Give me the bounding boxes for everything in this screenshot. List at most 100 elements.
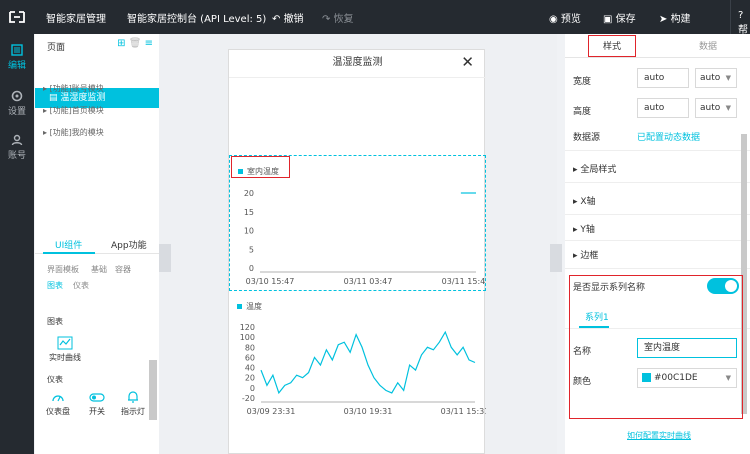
nav-account[interactable]: 账号 [0, 134, 34, 161]
y-tick-label: 15 [244, 208, 254, 217]
height-label: 高度 [573, 107, 592, 117]
switch-icon [89, 393, 105, 402]
y-tick-label: 120 [240, 323, 255, 332]
x-tick-label: 03/11 03:47 [344, 277, 393, 286]
user-icon [11, 134, 23, 146]
help-icon: ? [738, 10, 744, 21]
subtab-container[interactable]: 容器 [115, 264, 131, 275]
preview-button[interactable]: ◉ 预览 [549, 10, 581, 25]
save-icon: ▣ [603, 14, 616, 25]
tab-underline [43, 252, 95, 254]
close-icon[interactable]: ✕ [461, 53, 474, 71]
subtab-basic[interactable]: 基础 [91, 264, 107, 275]
widget-gauge[interactable]: 仪表盘 [43, 390, 73, 417]
redo-icon: ↷ [322, 14, 334, 25]
chevron-down-icon: ▼ [725, 74, 731, 82]
y-tick-label: -20 [242, 394, 255, 403]
y-tick-label: 60 [245, 353, 255, 362]
divider [565, 150, 750, 151]
page-item[interactable]: ▸ [功能]首页模块 [43, 105, 104, 116]
width-unit-select[interactable]: auto ▼ [695, 68, 737, 88]
highlight-series-box [569, 275, 743, 419]
y-tick-label: 100 [240, 333, 255, 342]
divider [565, 240, 750, 241]
page-actions: ⊞ 🗑 ≡ [117, 38, 153, 49]
nav-settings[interactable]: 设置 [0, 90, 34, 117]
tab-data[interactable]: 数据 [699, 39, 717, 52]
component-tabs: UI组件 App功能 [35, 234, 159, 254]
subtab-meter[interactable]: 仪表 [73, 280, 89, 291]
save-button[interactable]: ▣ 保存 [603, 10, 636, 25]
nav-edit[interactable]: 编辑 [0, 44, 34, 71]
screen-title: 温湿度监测 [229, 50, 486, 78]
y-tick-label: 0 [250, 384, 255, 393]
highlight-legend-box [231, 156, 290, 178]
subtab-chart[interactable]: 图表 [47, 280, 63, 291]
width-input[interactable]: auto [637, 68, 689, 88]
widget-realtime-curve[interactable]: 实时曲线 [45, 336, 85, 363]
line-chart-icon [57, 336, 73, 350]
x-tick-label: 03/11 15:31 [441, 407, 486, 416]
top-bar: 智能家居管理 智能家居控制台 (API Level: 5) ↶ 撤销 ↷ 恢复 … [0, 0, 750, 51]
section-border[interactable]: ▸ 边框 [573, 248, 598, 261]
undo-button[interactable]: ↶ 撤销 [272, 10, 304, 25]
x-tick-label: 03/10 19:31 [344, 407, 393, 416]
add-page-icon[interactable]: ⊞ [117, 38, 125, 49]
height-input[interactable]: auto [637, 98, 689, 118]
section-x-axis[interactable]: ▸ X轴 [573, 194, 596, 207]
chevron-down-icon: ▼ [725, 104, 731, 112]
y-tick-label: 40 [245, 364, 255, 373]
page-panel-scrollbar[interactable] [149, 360, 157, 420]
help-realtime-link[interactable]: 如何配置实时曲线 [627, 430, 691, 441]
collapse-left-handle[interactable] [159, 244, 171, 272]
width-label: 宽度 [573, 77, 592, 87]
y-tick-label: 10 [244, 227, 254, 236]
y-tick-label: 20 [244, 189, 254, 198]
pages-title: 页面 [47, 43, 66, 53]
section-global-style[interactable]: ▸ 全局样式 [573, 162, 616, 175]
bell-icon [128, 391, 138, 403]
divider [565, 214, 750, 215]
menu-icon[interactable]: ≡ [145, 38, 153, 49]
y-tick-label: 0 [249, 264, 254, 273]
section-chart-title: 图表 [47, 317, 63, 326]
tab-ui-components[interactable]: UI组件 [55, 238, 82, 251]
edit-icon [11, 44, 23, 56]
y-tick-label: 80 [245, 343, 255, 352]
datasource-link[interactable]: 已配置动态数据 [637, 130, 700, 143]
project-title: 智能家居控制台 (API Level: 5) [127, 14, 267, 25]
left-nav: 编辑 设置 账号 [0, 34, 34, 454]
build-button[interactable]: ➤ 构建 [659, 10, 691, 25]
subtab-templates[interactable]: 界面模板 [47, 264, 79, 275]
page-icon: ▤ [49, 93, 61, 103]
chart-temperature[interactable]: 温度 120 100 80 60 40 20 0 -20 03/09 23:31 03/10 19… [229, 295, 486, 425]
app-logo-icon[interactable] [0, 0, 34, 34]
x-tick-label: 03/10 15:47 [246, 277, 295, 286]
divider [565, 182, 750, 183]
send-icon: ➤ [659, 14, 671, 25]
page-item[interactable]: ▸ [功能]账号模块 [43, 83, 104, 94]
undo-icon: ↶ [272, 14, 284, 25]
gear-icon [11, 90, 23, 102]
x-tick-label: 03/11 15:47 [442, 277, 485, 286]
divider [565, 268, 750, 269]
section-y-axis[interactable]: ▸ Y轴 [573, 222, 595, 235]
eye-icon: ◉ [549, 14, 561, 25]
tab-app-functions[interactable]: App功能 [111, 238, 147, 251]
widget-switch[interactable]: 开关 [83, 390, 111, 417]
phone-preview: 温湿度监测 ✕ 室内温度 20 15 10 5 0 03/10 15:47 03/11 03… [228, 49, 486, 454]
section-meter-title: 仪表 [47, 375, 63, 384]
y-tick-label: 20 [245, 374, 255, 383]
app-name: 智能家居管理 [46, 14, 106, 25]
height-unit-select[interactable]: auto ▼ [695, 98, 737, 118]
datasource-label: 数据源 [573, 133, 601, 143]
highlight-style-tab-box [588, 35, 636, 57]
delete-page-icon[interactable]: 🗑 [129, 38, 142, 49]
header-divider [730, 0, 731, 34]
widget-indicator[interactable]: 指示灯 [117, 390, 149, 417]
redo-button[interactable]: ↷ 恢复 [322, 10, 354, 25]
gauge-icon [52, 395, 64, 402]
collapse-right-handle[interactable] [550, 244, 562, 272]
page-item[interactable]: ▸ [功能]我的模块 [43, 127, 104, 138]
page-panel: 页面 ⊞ 🗑 ≡ ▤ 温湿度监测 ▸ [功能]账号模块 ▸ [功能]首页模块 ▸… [35, 34, 159, 454]
